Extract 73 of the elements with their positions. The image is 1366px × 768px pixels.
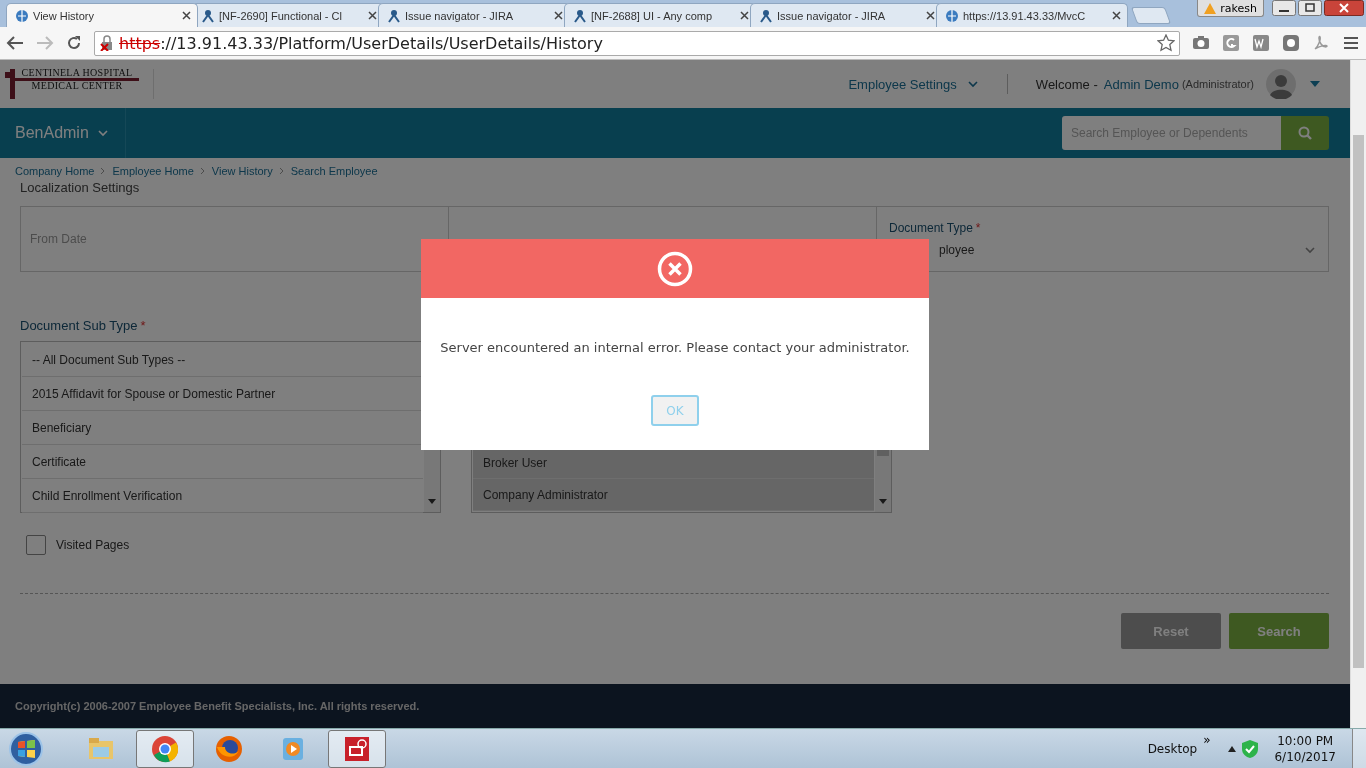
field-label: Document Sub Type: [20, 318, 138, 333]
required-mark: *: [975, 221, 981, 235]
extension-icon[interactable]: [1252, 34, 1270, 52]
browser-tab[interactable]: View History: [6, 3, 198, 27]
close-icon[interactable]: [1324, 0, 1364, 16]
app-menu-button[interactable]: BenAdmin: [0, 108, 126, 158]
breadcrumb-link[interactable]: Employee Home: [112, 165, 194, 177]
chevron-right-icon: [199, 167, 206, 175]
address-field[interactable]: https://13.91.43.33/Platform/UserDetails/UserDetails/History: [94, 30, 1180, 56]
close-icon[interactable]: [740, 11, 749, 20]
warning-icon: [1204, 2, 1217, 14]
checkbox-label: Visited Pages: [56, 538, 130, 552]
chevron-down-icon: [96, 128, 109, 138]
minimize-icon[interactable]: [1272, 0, 1296, 16]
breadcrumb-link[interactable]: View History: [211, 165, 273, 177]
reload-icon[interactable]: [66, 35, 82, 51]
page-icon: [15, 8, 29, 23]
close-icon[interactable]: [554, 11, 563, 20]
close-icon[interactable]: [182, 11, 191, 20]
copyright-text: Copyright(c) 2006-2007 Employee Benefit Specialists, Inc. All rights reserved.: [15, 700, 420, 712]
close-icon[interactable]: [368, 11, 377, 20]
avatar-icon[interactable]: [1266, 69, 1296, 99]
employee-settings-link[interactable]: Employee Settings: [848, 76, 979, 92]
extension-icon[interactable]: [1222, 34, 1240, 52]
profile-button[interactable]: rakesh: [1197, 0, 1264, 17]
chevron-right-icon: [278, 167, 285, 175]
scroll-down-icon[interactable]: [428, 499, 436, 504]
chevron-down-icon: [1304, 245, 1316, 255]
desktop-toolbar-label[interactable]: Desktop: [1147, 741, 1198, 756]
user-name-link[interactable]: Admin Demo: [1103, 76, 1179, 92]
camera-icon[interactable]: [1192, 34, 1210, 52]
extension-icon[interactable]: [1282, 34, 1300, 52]
back-arrow-icon[interactable]: [6, 35, 24, 51]
shield-check-icon[interactable]: [1242, 739, 1259, 758]
star-icon[interactable]: [1157, 34, 1175, 52]
clock-date[interactable]: 6/10/2017: [1274, 748, 1336, 765]
tray-expand-icon[interactable]: [1228, 745, 1237, 752]
caret-icon[interactable]: [1310, 81, 1320, 87]
page-scrollbar[interactable]: [1350, 60, 1366, 728]
browser-tab[interactable]: https://13.91.43.33/MvcC: [936, 3, 1128, 27]
close-icon[interactable]: [1112, 11, 1121, 20]
user-role: (Administrator): [1181, 78, 1254, 90]
field-label: Document Type: [889, 221, 973, 235]
chevron-right-icon: [100, 167, 107, 175]
breadcrumb-link[interactable]: Company Home: [15, 165, 95, 177]
welcome-text: Welcome -: [1035, 76, 1098, 92]
list-option[interactable]: Certificate: [22, 445, 423, 479]
url-text: https://13.91.43.33/Platform/UserDetails/UserDetails/History: [119, 33, 603, 53]
logo-text: MEDICAL CENTER: [31, 79, 123, 91]
checkbox[interactable]: [26, 535, 46, 555]
list-option[interactable]: Child Enrollment Verification: [22, 479, 423, 513]
list-option[interactable]: Company Administrator: [473, 479, 874, 511]
list-box[interactable]: -- All Document Sub Types -- 2015 Affidavit for Spouse or Domestic Partner Beneficiary Certificate Child Enrollment Verification: [20, 341, 441, 513]
page-icon: [945, 8, 959, 23]
menu-icon[interactable]: [1342, 34, 1360, 52]
insecure-lock-icon: [99, 35, 115, 51]
search-icon: [1298, 126, 1312, 140]
error-message: Server encountered an internal error. Please contact your administrator.: [439, 339, 911, 355]
breadcrumb-link[interactable]: Search Employee: [290, 165, 378, 177]
show-desktop-button[interactable]: [1352, 728, 1366, 768]
scroll-down-icon[interactable]: [879, 499, 887, 504]
chevron-down-icon: [966, 79, 979, 89]
error-icon: [657, 250, 693, 287]
clock-time[interactable]: 10:00 PM: [1277, 732, 1334, 749]
close-icon[interactable]: [926, 11, 935, 20]
taskbar-app-button[interactable]: [136, 729, 194, 768]
logo-text: CENTINELA HOSPITAL: [19, 66, 135, 78]
taskbar-app-button[interactable]: [328, 729, 386, 768]
maximize-icon[interactable]: [1298, 0, 1322, 16]
section-title: Localization Settings: [19, 179, 141, 197]
document-type-select[interactable]: ployee: [889, 243, 1316, 257]
required-mark: *: [140, 318, 146, 333]
toolbar-expand-button[interactable]: »: [1203, 733, 1211, 747]
